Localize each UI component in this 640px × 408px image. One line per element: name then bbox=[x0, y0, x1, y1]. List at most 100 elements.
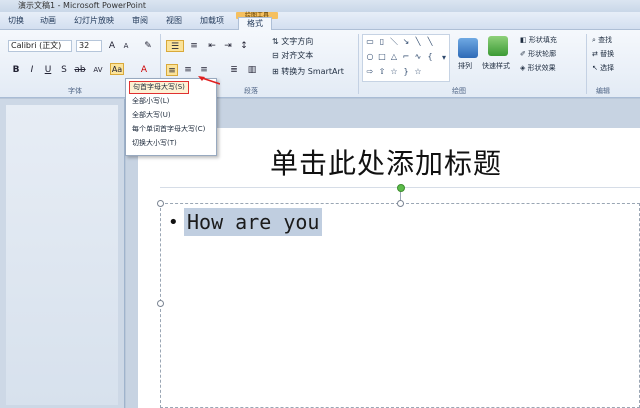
select-button[interactable]: ↖ 选择 bbox=[592, 62, 614, 74]
paragraph-group-label: 段落 bbox=[244, 87, 258, 95]
drawing-group-label: 绘图 bbox=[452, 87, 466, 95]
bullets-icon[interactable]: ☰ bbox=[166, 40, 184, 52]
align-text-button[interactable]: ⊟ 对齐文本 bbox=[272, 50, 313, 62]
char-spacing-icon[interactable]: AV bbox=[92, 64, 104, 76]
tab-addins[interactable]: 加载项 bbox=[200, 15, 224, 27]
replace-label: 替换 bbox=[600, 50, 615, 58]
justify-icon[interactable]: ≣ bbox=[228, 64, 240, 76]
quick-styles-label[interactable]: 快速样式 bbox=[482, 60, 510, 72]
select-label: 选择 bbox=[600, 64, 615, 72]
bracket-shape-icon[interactable]: { bbox=[425, 52, 435, 62]
shape-effects-label: 形状效果 bbox=[527, 64, 556, 72]
align-left-icon[interactable]: ≡ bbox=[166, 64, 178, 76]
shape-outline-button[interactable]: ✐ 形状轮廓 bbox=[520, 48, 556, 60]
menu-lowercase[interactable]: 全部小写(L) bbox=[132, 96, 169, 107]
shape-outline-label: 形状轮廓 bbox=[528, 50, 557, 58]
clear-format-icon[interactable]: ✎ bbox=[142, 40, 154, 52]
arrow-shape-icon[interactable]: ↘ bbox=[401, 37, 411, 47]
group-separator bbox=[358, 34, 359, 94]
font-size-select[interactable]: 32 bbox=[76, 40, 102, 52]
line3-shape-icon[interactable]: ╲ bbox=[425, 37, 435, 47]
gallery-more-icon[interactable]: ▾ bbox=[439, 53, 449, 63]
connector-shape-icon[interactable]: ⌐ bbox=[401, 52, 411, 62]
increase-indent-icon[interactable]: ⇥ bbox=[222, 40, 234, 52]
grow-font-icon[interactable]: A bbox=[106, 40, 118, 52]
line2-shape-icon[interactable]: ╲ bbox=[413, 37, 423, 47]
vertical-textbox-shape-icon[interactable]: ▯ bbox=[377, 37, 387, 47]
font-color-icon[interactable]: A bbox=[138, 64, 150, 76]
arrange-label[interactable]: 排列 bbox=[458, 60, 472, 72]
columns-icon[interactable]: ▥ bbox=[246, 64, 258, 76]
menu-toggle-case[interactable]: 切换大小写(T) bbox=[132, 138, 177, 149]
paint-bucket-icon: ◧ bbox=[520, 36, 527, 44]
slides-panel[interactable] bbox=[0, 99, 125, 408]
oval-shape-icon[interactable]: ○ bbox=[365, 52, 375, 62]
rotate-handle[interactable] bbox=[397, 184, 405, 192]
find-button[interactable]: ⌕ 查找 bbox=[592, 34, 612, 46]
ribbon-tabs: 切换 动画 幻灯片放映 审阅 视图 加载项 绘图工具 格式 bbox=[0, 12, 640, 31]
align-center-icon[interactable]: ≡ bbox=[182, 64, 194, 76]
convert-smartart-button[interactable]: ⊞ 转换为 SmartArt bbox=[272, 66, 344, 78]
tab-transitions[interactable]: 切换 bbox=[8, 15, 24, 27]
arrow-right-shape-icon[interactable]: ⇨ bbox=[365, 67, 375, 77]
triangle-shape-icon[interactable]: △ bbox=[389, 52, 399, 62]
tab-format[interactable]: 格式 bbox=[238, 17, 272, 31]
text-direction-button[interactable]: ⇅ 文字方向 bbox=[272, 36, 313, 48]
italic-icon[interactable]: I bbox=[26, 64, 38, 76]
shapes-gallery[interactable]: ▭ ▯ ＼ ↘ ╲ ╲ ○ □ △ ⌐ ∿ { ⇨ ⇧ ☆ } ☆ ▾ bbox=[362, 34, 450, 82]
strikethrough-icon[interactable]: ab bbox=[74, 64, 86, 76]
replace-button[interactable]: ⇄ 替换 bbox=[592, 48, 614, 60]
align-text-icon: ⊟ bbox=[272, 51, 279, 60]
title-placeholder-text[interactable]: 单击此处添加标题 bbox=[270, 142, 502, 182]
quick-styles-icon[interactable] bbox=[488, 36, 508, 56]
menu-capitalize-each-word[interactable]: 每个单词首字母大写(C) bbox=[132, 124, 205, 135]
slides-panel-inner bbox=[6, 105, 118, 405]
menu-sentence-case[interactable]: 句首字母大写(S) bbox=[129, 81, 189, 94]
font-name-select[interactable]: Calibri (正文) bbox=[8, 40, 72, 52]
text-direction-icon: ⇅ bbox=[272, 37, 279, 46]
tab-view[interactable]: 视图 bbox=[166, 15, 182, 27]
star2-shape-icon[interactable]: ☆ bbox=[413, 67, 423, 77]
shrink-font-icon[interactable]: A bbox=[120, 40, 132, 52]
brace-shape-icon[interactable]: } bbox=[401, 67, 411, 77]
star-shape-icon[interactable]: ☆ bbox=[389, 67, 399, 77]
rectangle-shape-icon[interactable]: □ bbox=[377, 52, 387, 62]
pen-icon: ✐ bbox=[520, 50, 526, 58]
resize-handle-left[interactable] bbox=[157, 300, 164, 307]
convert-smartart-label: 转换为 SmartArt bbox=[281, 67, 344, 76]
align-text-label: 对齐文本 bbox=[281, 51, 314, 60]
textbox-shape-icon[interactable]: ▭ bbox=[365, 37, 375, 47]
bold-icon[interactable]: B bbox=[10, 64, 22, 76]
shape-effects-button[interactable]: ◈ 形状效果 bbox=[520, 62, 556, 74]
arrange-icon[interactable] bbox=[458, 38, 478, 58]
smartart-icon: ⊞ bbox=[272, 67, 279, 76]
menu-uppercase[interactable]: 全部大写(U) bbox=[132, 110, 171, 121]
title-bar: 演示文稿1 - Microsoft PowerPoint bbox=[0, 0, 640, 12]
tab-review[interactable]: 审阅 bbox=[132, 15, 148, 27]
underline-icon[interactable]: U bbox=[42, 64, 54, 76]
numbering-icon[interactable]: ≡ bbox=[188, 40, 200, 52]
tab-animations[interactable]: 动画 bbox=[40, 15, 56, 27]
text-direction-label: 文字方向 bbox=[281, 37, 314, 46]
shape-fill-label: 形状填充 bbox=[528, 36, 557, 44]
editing-group-label: 编辑 bbox=[596, 87, 610, 95]
replace-icon: ⇄ bbox=[592, 50, 598, 58]
font-group-label: 字体 bbox=[68, 87, 82, 95]
line-shape-icon[interactable]: ＼ bbox=[389, 37, 399, 47]
change-case-icon[interactable]: Aa bbox=[110, 63, 124, 75]
shadow-icon[interactable]: S bbox=[58, 64, 70, 76]
resize-handle-top-left[interactable] bbox=[157, 200, 164, 207]
binoculars-icon: ⌕ bbox=[592, 36, 596, 44]
line-spacing-icon[interactable]: ↕ bbox=[238, 40, 250, 52]
selected-body-text[interactable]: How are you bbox=[184, 208, 323, 236]
shape-fill-button[interactable]: ◧ 形状填充 bbox=[520, 34, 557, 46]
decrease-indent-icon[interactable]: ⇤ bbox=[206, 40, 218, 52]
align-right-icon[interactable]: ≡ bbox=[198, 64, 210, 76]
tab-slideshow[interactable]: 幻灯片放映 bbox=[74, 15, 114, 27]
curve-shape-icon[interactable]: ∿ bbox=[413, 52, 423, 62]
resize-handle-top[interactable] bbox=[397, 200, 404, 207]
arrow-up-shape-icon[interactable]: ⇧ bbox=[377, 67, 387, 77]
window-title: 演示文稿1 - Microsoft PowerPoint bbox=[18, 1, 147, 10]
change-case-menu: 句首字母大写(S) 全部小写(L) 全部大写(U) 每个单词首字母大写(C) 切… bbox=[125, 78, 217, 156]
find-label: 查找 bbox=[598, 36, 613, 44]
